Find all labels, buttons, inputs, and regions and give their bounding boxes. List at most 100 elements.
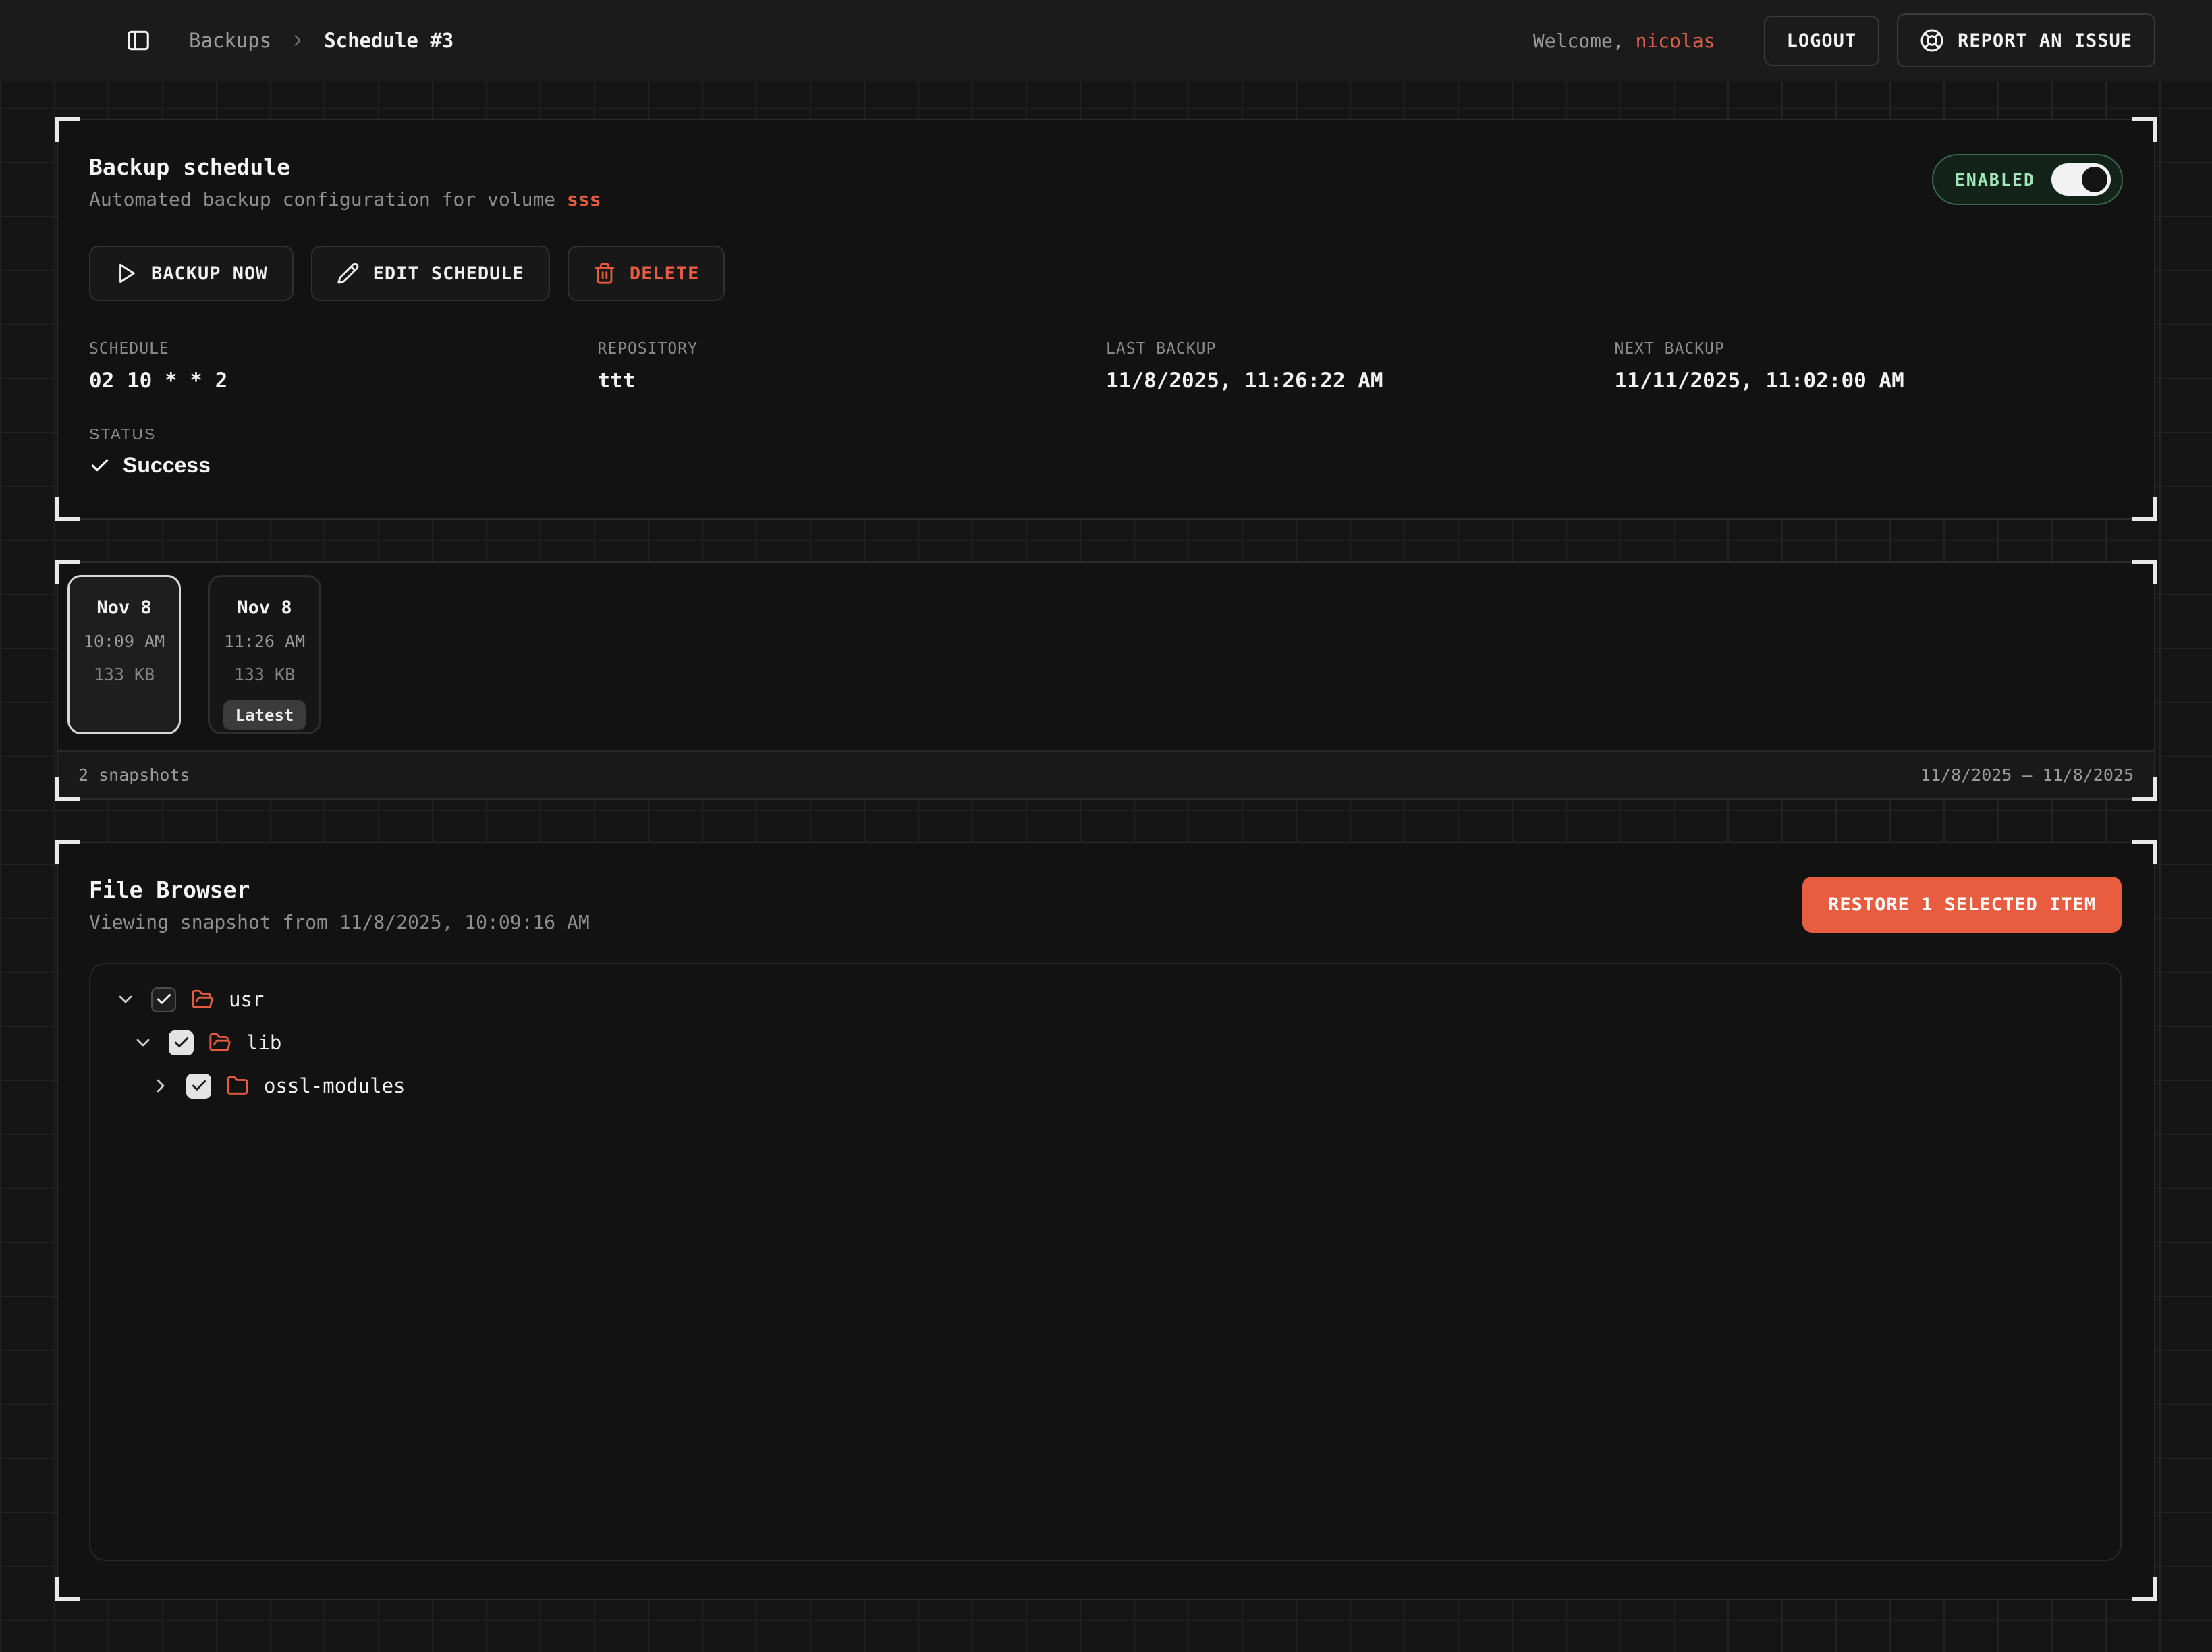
corner-bracket	[2132, 497, 2157, 521]
chevron-right-icon[interactable]	[150, 1075, 171, 1097]
snapshot-time: 11:26 AM	[224, 632, 305, 651]
field-label: SCHEDULE	[89, 340, 598, 358]
enabled-toggle[interactable]: ENABLED	[1932, 154, 2123, 205]
file-browser-title: File Browser	[89, 877, 590, 903]
field-value: 11/8/2025, 11:26:22 AM	[1106, 368, 1615, 393]
field-label: REPOSITORY	[598, 340, 1107, 358]
snapshots-footer: 2 snapshots 11/8/2025 – 11/8/2025	[58, 750, 2154, 798]
corner-bracket	[55, 117, 80, 142]
schedule-heading: Backup schedule Automated backup configu…	[89, 154, 601, 211]
edit-schedule-label: EDIT SCHEDULE	[373, 263, 524, 284]
panel-title: Backup schedule	[89, 154, 601, 180]
logout-button-label: LOGOUT	[1787, 30, 1857, 51]
lifebuoy-icon	[1920, 28, 1944, 53]
file-browser-heading: File Browser Viewing snapshot from 11/8/…	[89, 877, 590, 933]
corner-bracket	[2132, 840, 2157, 864]
corner-bracket	[55, 560, 80, 584]
schedule-fields: SCHEDULE 02 10 * * 2 REPOSITORY ttt LAST…	[89, 340, 2123, 393]
backup-schedule-panel: Backup schedule Automated backup configu…	[57, 119, 2155, 520]
snapshot-size: 133 KB	[234, 665, 295, 684]
status-label: STATUS	[89, 425, 2123, 443]
snapshot-date: Nov 8	[237, 597, 292, 618]
edit-schedule-button[interactable]: EDIT SCHEDULE	[311, 246, 550, 301]
chevron-down-icon[interactable]	[132, 1032, 154, 1053]
snapshot-date-range: 11/8/2025 – 11/8/2025	[1920, 765, 2134, 785]
check-icon	[89, 455, 111, 476]
file-browser-subtitle: Viewing snapshot from 11/8/2025, 10:09:1…	[89, 911, 590, 933]
status-block: STATUS Success	[89, 425, 2123, 478]
report-issue-label: REPORT AN ISSUE	[1958, 30, 2132, 51]
tree-item-name: lib	[246, 1031, 281, 1054]
corner-bracket	[55, 840, 80, 864]
corner-bracket	[2132, 777, 2157, 801]
snapshot-card[interactable]: Nov 8 11:26 AM 133 KB Latest	[208, 575, 321, 734]
folder-open-icon	[191, 988, 214, 1011]
panel-subtitle: Automated backup configuration for volum…	[89, 188, 601, 211]
field-last-backup: LAST BACKUP 11/8/2025, 11:26:22 AM	[1106, 340, 1615, 393]
field-repository: REPOSITORY ttt	[598, 340, 1107, 393]
corner-bracket	[55, 497, 80, 521]
tree-row-lib[interactable]: lib	[105, 1021, 2105, 1064]
checkbox[interactable]	[151, 987, 176, 1012]
corner-bracket	[2132, 1577, 2157, 1601]
backup-now-label: BACKUP NOW	[151, 263, 268, 284]
snapshot-count: 2 snapshots	[78, 765, 190, 785]
welcome-prefix: Welcome,	[1533, 30, 1624, 52]
corner-bracket	[2132, 117, 2157, 142]
enabled-label: ENABLED	[1955, 170, 2035, 190]
field-value: 02 10 * * 2	[89, 368, 598, 393]
folder-closed-icon	[226, 1074, 249, 1097]
field-value: ttt	[598, 368, 1107, 393]
tree-row-ossl-modules[interactable]: ossl-modules	[105, 1064, 2105, 1107]
corner-bracket	[55, 1577, 80, 1601]
welcome-text: Welcome, nicolas	[1533, 30, 1715, 52]
snapshots-panel: Nov 8 10:09 AM 133 KB Nov 8 11:26 AM 133…	[57, 561, 2155, 800]
corner-bracket	[2132, 560, 2157, 584]
play-icon	[115, 262, 138, 285]
snapshot-size: 133 KB	[94, 665, 155, 684]
logout-button[interactable]: LOGOUT	[1764, 16, 1880, 66]
report-issue-button[interactable]: REPORT AN ISSUE	[1897, 13, 2155, 67]
breadcrumb: Backups Schedule #3	[189, 29, 453, 52]
field-schedule: SCHEDULE 02 10 * * 2	[89, 340, 598, 393]
snapshot-time: 10:09 AM	[84, 632, 165, 651]
folder-open-icon	[209, 1031, 231, 1054]
trash-icon	[593, 262, 616, 285]
snapshot-cards: Nov 8 10:09 AM 133 KB Nov 8 11:26 AM 133…	[58, 563, 2154, 750]
field-value: 11/11/2025, 11:02:00 AM	[1615, 368, 2124, 393]
corner-bracket	[55, 777, 80, 801]
panel-left-icon	[126, 28, 151, 53]
username: nicolas	[1636, 30, 1715, 52]
tree-item-name: usr	[229, 988, 264, 1011]
restore-button-label: RESTORE 1 SELECTED ITEM	[1828, 894, 2096, 915]
field-next-backup: NEXT BACKUP 11/11/2025, 11:02:00 AM	[1615, 340, 2124, 393]
checkbox[interactable]	[186, 1074, 211, 1099]
breadcrumb-current: Schedule #3	[324, 29, 453, 52]
status-value: Success	[123, 453, 211, 478]
toggle-switch[interactable]	[2051, 163, 2111, 196]
subtitle-prefix: Automated backup configuration for volum…	[89, 188, 567, 211]
chevron-down-icon[interactable]	[115, 989, 136, 1010]
file-tree: usr lib	[89, 963, 2122, 1561]
volume-name: sss	[567, 188, 601, 211]
checkbox[interactable]	[169, 1030, 194, 1055]
schedule-actions: BACKUP NOW EDIT SCHEDULE DELETE	[89, 246, 2123, 301]
restore-button[interactable]: RESTORE 1 SELECTED ITEM	[1802, 877, 2122, 933]
delete-button[interactable]: DELETE	[568, 246, 725, 301]
snapshot-card-selected[interactable]: Nov 8 10:09 AM 133 KB	[67, 575, 181, 734]
tree-item-name: ossl-modules	[264, 1074, 406, 1097]
tree-row-usr[interactable]: usr	[105, 978, 2105, 1021]
toggle-knob	[2082, 167, 2107, 192]
pencil-icon	[337, 262, 360, 285]
backup-now-button[interactable]: BACKUP NOW	[89, 246, 294, 301]
top-bar: Backups Schedule #3 Welcome, nicolas LOG…	[0, 0, 2212, 81]
breadcrumb-parent[interactable]: Backups	[189, 29, 271, 52]
main-content: Backup schedule Automated backup configu…	[0, 81, 2212, 1638]
delete-label: DELETE	[630, 263, 700, 284]
sidebar-toggle-button[interactable]	[126, 28, 151, 53]
field-label: LAST BACKUP	[1106, 340, 1615, 358]
latest-badge: Latest	[223, 700, 306, 730]
file-browser-panel: File Browser Viewing snapshot from 11/8/…	[57, 842, 2155, 1600]
snapshot-date: Nov 8	[96, 597, 151, 618]
field-label: NEXT BACKUP	[1615, 340, 2124, 358]
